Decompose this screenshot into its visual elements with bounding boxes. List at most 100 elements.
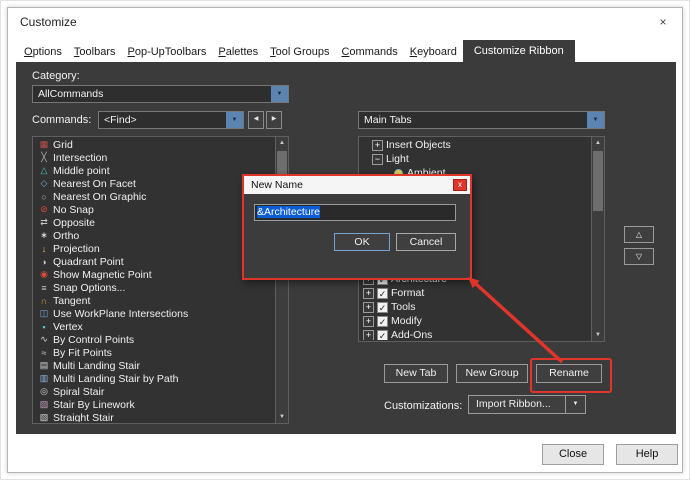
next-command-button[interactable]: ▶ — [266, 111, 282, 129]
left-arrow-icon: ◀ — [253, 116, 259, 122]
command-item-quadrant-point[interactable]: ◑ Quadrant Point — [34, 255, 274, 268]
command-item-snap-options[interactable]: ≡ Snap Options... — [34, 281, 274, 294]
command-item-spiral-stair[interactable]: ◎ Spiral Stair — [34, 385, 274, 398]
command-label: Middle point — [53, 164, 110, 177]
dialog-title: Customize — [20, 15, 77, 29]
move-up-button[interactable]: △ — [624, 226, 654, 243]
close-icon[interactable]: x — [453, 179, 467, 191]
command-label: Vertex — [53, 320, 83, 333]
command-item-tangent[interactable]: ∩ Tangent — [34, 294, 274, 307]
ribbon-target-combobox[interactable]: Main Tabs ▼ — [358, 111, 605, 129]
command-item-nearest-on-graphic[interactable]: ○ Nearest On Graphic — [34, 190, 274, 203]
chevron-down-icon[interactable]: ▼ — [271, 86, 288, 102]
scroll-up-icon[interactable]: ▲ — [276, 137, 288, 149]
tree-item-format[interactable]: + ✓ Format — [360, 286, 590, 300]
spiral-stair-icon: ◎ — [40, 386, 48, 396]
command-label: Straight Stair — [53, 411, 114, 423]
command-item-straight-stair[interactable]: ▧ Straight Stair — [34, 411, 274, 423]
command-item-multi-landing-stair[interactable]: ▤ Multi Landing Stair — [34, 359, 274, 372]
command-label: Projection — [53, 242, 100, 255]
nearest-on-graphic-icon: ○ — [41, 191, 47, 202]
new-name-titlebar[interactable]: New Name x — [244, 176, 470, 194]
tab-tool-groups[interactable]: Tool Groups — [264, 42, 335, 62]
new-name-input[interactable]: &Architecture — [254, 204, 456, 221]
command-label: Opposite — [53, 216, 96, 229]
tab-options[interactable]: Options — [18, 42, 68, 62]
command-item-nearest-on-facet[interactable]: ◇ Nearest On Facet — [34, 177, 274, 190]
right-arrow-icon: ▶ — [271, 116, 277, 122]
tree-item-label: Format — [391, 287, 425, 299]
no-snap-icon: ⊘ — [40, 204, 48, 214]
scrollbar-thumb[interactable] — [593, 151, 603, 211]
tab-keyboard[interactable]: Keyboard — [404, 42, 463, 62]
collapse-icon[interactable]: − — [372, 153, 383, 165]
new-tab-button[interactable]: New Tab — [384, 364, 448, 383]
tree-item-insert-objects[interactable]: + Insert Objects — [360, 138, 590, 152]
command-item-ortho[interactable]: ∗ Ortho — [34, 229, 274, 242]
command-item-use-workplane-intersections[interactable]: ◫ Use WorkPlane Intersections — [34, 307, 274, 320]
command-item-middle-point[interactable]: △ Middle point — [34, 164, 274, 177]
cancel-button[interactable]: Cancel — [396, 233, 456, 251]
command-item-by-fit-points[interactable]: ≈ By Fit Points — [34, 346, 274, 359]
expand-icon[interactable]: + — [363, 315, 374, 327]
projection-icon: ↓ — [41, 243, 47, 254]
tab-customize-ribbon[interactable]: Customize Ribbon — [462, 40, 575, 62]
prev-command-button[interactable]: ◀ — [248, 111, 264, 129]
tab-pop-uptoolbars[interactable]: Pop-UpToolbars — [122, 42, 213, 62]
command-item-grid[interactable]: ▦ Grid — [34, 138, 274, 151]
stair-by-linework-icon: ▨ — [39, 399, 49, 409]
tree-item-modify[interactable]: + ✓ Modify — [360, 314, 590, 328]
expand-icon[interactable]: + — [363, 301, 374, 313]
tree-item-light[interactable]: − Light — [360, 152, 590, 166]
close-button[interactable]: Close — [542, 444, 604, 465]
checkbox-checked[interactable]: ✓ — [377, 287, 388, 299]
tab-palettes[interactable]: Palettes — [212, 42, 264, 62]
expand-icon[interactable]: + — [372, 139, 383, 151]
expand-icon[interactable]: + — [363, 287, 374, 299]
ok-button[interactable]: OK — [334, 233, 390, 251]
command-item-show-magnetic-point[interactable]: ◉ Show Magnetic Point — [34, 268, 274, 281]
close-icon[interactable]: × — [654, 13, 672, 31]
grid-icon: ▦ — [39, 139, 49, 149]
checkbox-checked[interactable]: ✓ — [377, 301, 388, 313]
command-item-vertex[interactable]: ▪ Vertex — [34, 320, 274, 333]
expand-icon[interactable]: + — [363, 329, 374, 340]
rename-button[interactable]: Rename — [536, 364, 602, 383]
tree-item-label: Insert Objects — [386, 139, 451, 151]
scroll-down-icon[interactable]: ▼ — [276, 411, 288, 423]
by-fit-points-icon: ≈ — [41, 347, 47, 358]
commands-label: Commands: — [32, 114, 92, 126]
category-combobox[interactable]: AllCommands ▼ — [32, 85, 289, 103]
command-item-opposite[interactable]: ⇄ Opposite — [34, 216, 274, 229]
command-item-projection[interactable]: ↓ Projection — [34, 242, 274, 255]
tab-toolbars[interactable]: Toolbars — [68, 42, 122, 62]
chevron-down-icon[interactable]: ▼ — [587, 112, 604, 128]
command-item-no-snap[interactable]: ⊘ No Snap — [34, 203, 274, 216]
command-label: Nearest On Graphic — [53, 190, 147, 203]
tree-item-tools[interactable]: + ✓ Tools — [360, 300, 590, 314]
find-combobox[interactable]: <Find> ▼ — [98, 111, 244, 129]
command-label: Stair By Linework — [53, 398, 135, 411]
tab-commands[interactable]: Commands — [335, 42, 403, 62]
command-item-multi-landing-stair-by-path[interactable]: ▥ Multi Landing Stair by Path — [34, 372, 274, 385]
import-ribbon-button[interactable]: Import Ribbon... ▼ — [468, 395, 586, 414]
screenshot-frame: Customize × Options Toolbars Pop-UpToolbar… — [0, 0, 690, 480]
command-label: Spiral Stair — [53, 385, 105, 398]
tree-item-add-ons[interactable]: + ✓ Add-Ons — [360, 328, 590, 340]
command-item-intersection[interactable]: ╳ Intersection — [34, 151, 274, 164]
command-item-by-control-points[interactable]: ∿ By Control Points — [34, 333, 274, 346]
scroll-down-icon[interactable]: ▼ — [592, 329, 604, 341]
tree-item-label: Tools — [391, 301, 416, 313]
straight-stair-icon: ▧ — [39, 412, 49, 422]
new-group-button[interactable]: New Group — [456, 364, 528, 383]
scroll-up-icon[interactable]: ▲ — [592, 137, 604, 149]
checkbox-checked[interactable]: ✓ — [377, 329, 388, 340]
tree-scrollbar[interactable]: ▲ ▼ — [591, 137, 604, 341]
move-down-button[interactable]: ▽ — [624, 248, 654, 265]
command-label: By Control Points — [53, 333, 135, 346]
chevron-down-icon[interactable]: ▼ — [565, 396, 585, 413]
command-item-stair-by-linework[interactable]: ▨ Stair By Linework — [34, 398, 274, 411]
chevron-down-icon[interactable]: ▼ — [226, 112, 243, 128]
checkbox-checked[interactable]: ✓ — [377, 315, 388, 327]
help-button[interactable]: Help — [616, 444, 678, 465]
